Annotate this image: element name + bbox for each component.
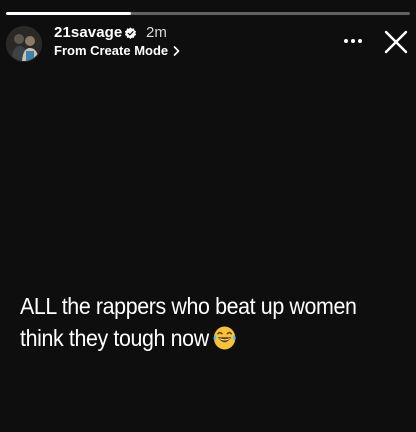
create-mode-link[interactable]: From Create Mode <box>54 42 180 60</box>
more-horizontal-icon <box>344 39 362 43</box>
close-button[interactable] <box>380 26 412 58</box>
create-mode-label: From Create Mode <box>54 43 169 58</box>
verified-badge-icon <box>124 27 137 39</box>
avatar[interactable] <box>6 26 42 62</box>
username[interactable]: 21savage <box>54 24 122 42</box>
chevron-right-icon <box>173 46 180 56</box>
story-progress-bar <box>6 12 410 15</box>
story-viewer[interactable]: 21savage 2m From Create Mode ALL the rap… <box>0 0 416 432</box>
story-caption: ALL the rappers who beat up women think … <box>20 290 379 354</box>
caption-line-2-text: think they tough now <box>20 325 209 351</box>
laughing-tears-emoji-icon <box>213 326 236 350</box>
caption-line-2: think they tough now <box>20 322 379 354</box>
avatar-image <box>7 27 41 61</box>
post-timestamp: 2m <box>146 24 167 41</box>
more-options-button[interactable] <box>336 28 370 54</box>
story-progress-fill <box>6 12 132 15</box>
close-icon <box>384 30 408 54</box>
caption-line-1: ALL the rappers who beat up women <box>20 293 357 319</box>
